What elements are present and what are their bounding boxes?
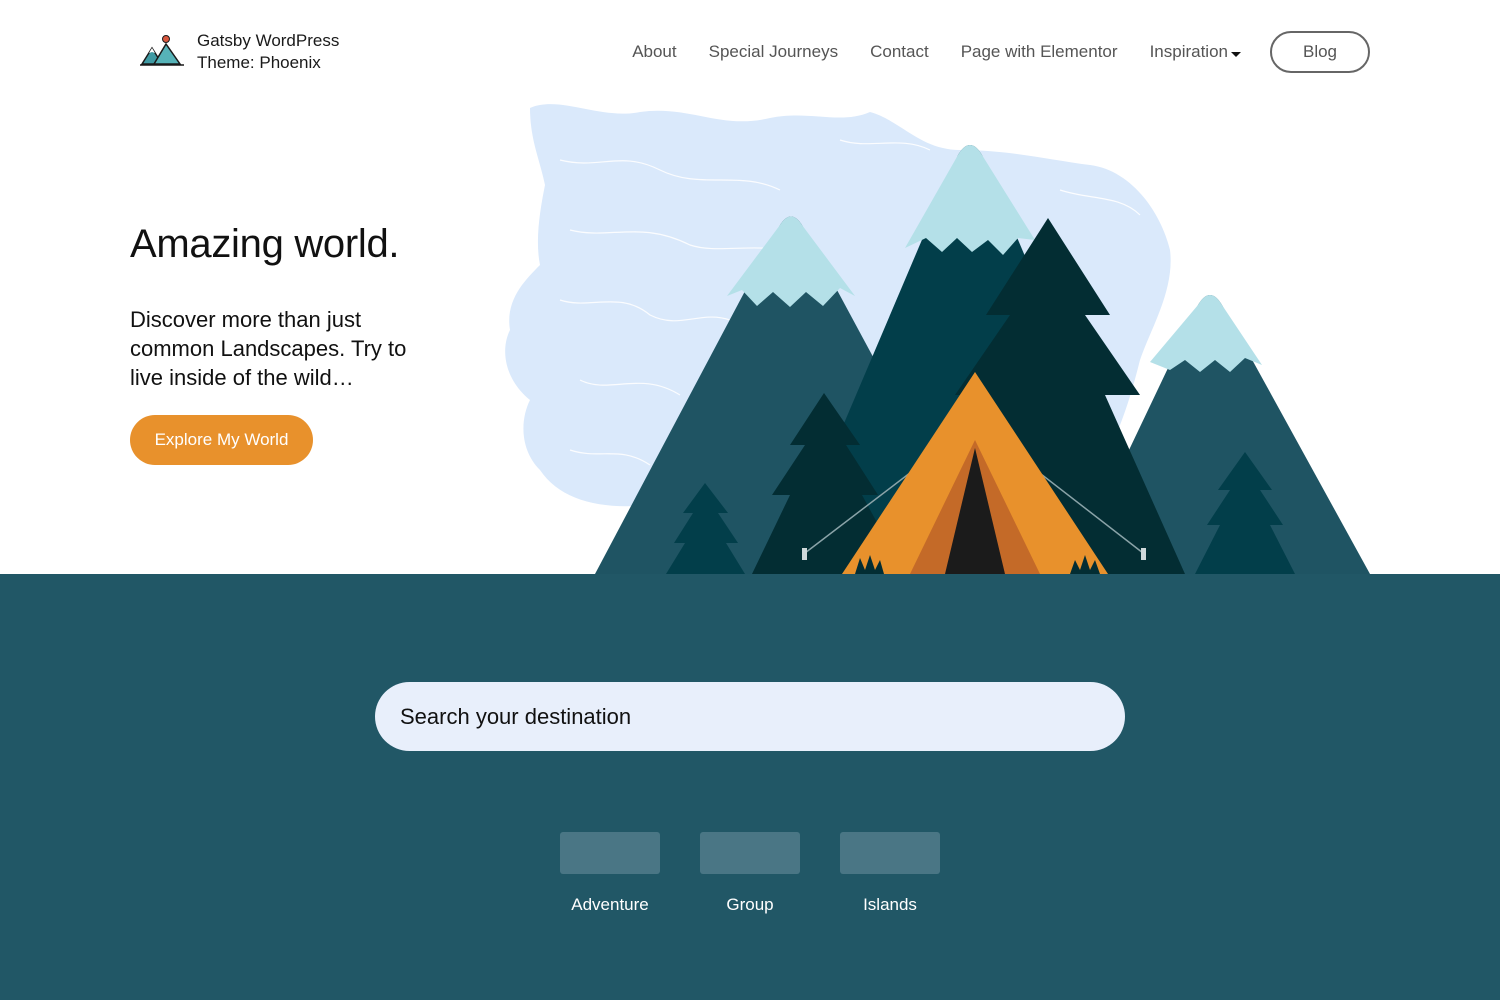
category-label: Adventure	[571, 895, 649, 914]
nav-inspiration[interactable]: Inspiration	[1150, 42, 1241, 62]
nav-page-with-elementor[interactable]: Page with Elementor	[961, 42, 1118, 62]
category-thumbnail[interactable]	[840, 832, 940, 874]
blog-button[interactable]: Blog	[1270, 31, 1370, 73]
destination-search-input[interactable]	[375, 682, 1125, 751]
nav-about[interactable]: About	[632, 42, 676, 62]
category-adventure[interactable]: Adventure	[560, 832, 660, 915]
hero-title: Amazing world.	[130, 222, 400, 266]
category-thumbnail[interactable]	[560, 832, 660, 874]
category-thumbnail[interactable]	[700, 832, 800, 874]
camping-illustration	[505, 104, 1370, 574]
mountain-logo-icon	[140, 35, 184, 66]
brand[interactable]: Gatsby WordPress Theme: Phoenix	[138, 30, 367, 74]
hero-subtitle: Discover more than just common Landscape…	[130, 307, 407, 390]
nav-contact[interactable]: Contact	[870, 42, 929, 62]
nav-special-journeys[interactable]: Special Journeys	[709, 42, 838, 62]
site-header: Gatsby WordPress Theme: Phoenix About Sp…	[0, 0, 1500, 105]
caret-down-icon	[1231, 51, 1241, 57]
main-nav: About Special Journeys Contact Page with…	[632, 31, 1370, 73]
category-list: Adventure Group Islands	[560, 832, 940, 915]
brand-title: Gatsby WordPress Theme: Phoenix	[197, 31, 340, 72]
nav-inspiration-label: Inspiration	[1149, 42, 1228, 61]
category-label: Islands	[863, 895, 917, 914]
search-section: Adventure Group Islands	[0, 574, 1500, 1000]
explore-button[interactable]: Explore My World	[130, 415, 313, 465]
category-group[interactable]: Group	[700, 832, 800, 915]
category-islands[interactable]: Islands	[840, 832, 940, 915]
category-label: Group	[726, 895, 774, 914]
